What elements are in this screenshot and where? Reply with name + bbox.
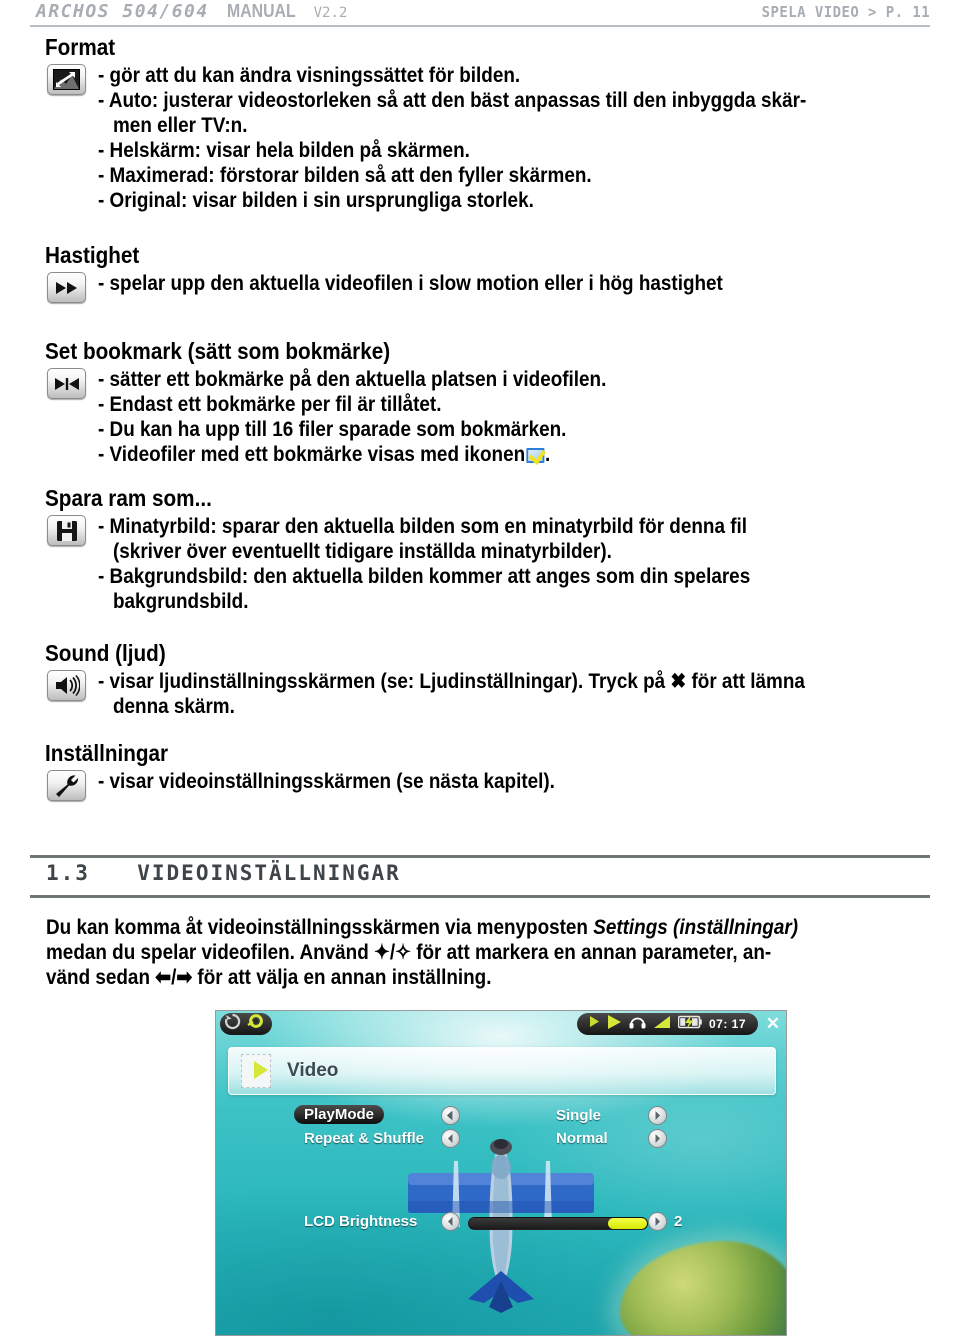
section-sound: Sound (ljud) - visar ljudinställningsskä…: [0, 640, 960, 719]
chapter-rule-top: [30, 855, 930, 858]
section-title: Format: [45, 34, 116, 60]
spara-line-3: - Bakgrundsbild: den aktuella bilden kom…: [98, 565, 751, 588]
manual-label: MANUAL: [227, 1, 296, 21]
brand-label: ARCHOS 504/604: [36, 1, 209, 22]
intro-line-1a: Du kan komma åt videoinställningsskärmen…: [46, 916, 594, 939]
intro-line-2: medan du spelar videofilen. Använd ✦/✧ f…: [46, 941, 772, 964]
setting-row-playmode[interactable]: PlayMode Single: [216, 1105, 786, 1130]
left-arrow-icon[interactable]: [441, 1106, 460, 1125]
chapter-title: VIDEOINSTÄLLNINGAR: [137, 861, 401, 885]
spara-line-1: - Minatyrbild: sparar den aktuella bilde…: [98, 515, 748, 538]
section-title: Hastighet: [45, 242, 140, 268]
save-floppy-icon: [47, 515, 86, 546]
section-title: Sound (ljud): [45, 640, 166, 666]
right-arrow-icon[interactable]: [648, 1129, 667, 1148]
play-small-icon: [589, 1015, 600, 1033]
setting-label: PlayMode: [294, 1105, 385, 1124]
fast-forward-icon: [47, 272, 86, 303]
close-icon[interactable]: ✕: [766, 1015, 780, 1032]
section-installningar: Inställningar - visar videoinställningss…: [0, 740, 960, 801]
format-line-4: - Helskärm: visar hela bilden på skärmen…: [98, 139, 470, 162]
video-thumbnail-icon: [241, 1054, 271, 1088]
device-status-bar: 07: 17 ✕: [216, 1011, 786, 1037]
setting-value: Single: [556, 1107, 602, 1124]
gear-icon[interactable]: [247, 1013, 264, 1035]
set-bookmark-icon: [47, 368, 86, 399]
right-arrow-icon[interactable]: [648, 1212, 667, 1231]
chapter-rule-bottom: [30, 895, 930, 898]
header-divider: [30, 25, 930, 27]
chapter-number: 1.3: [46, 861, 90, 885]
headphones-icon: [629, 1014, 646, 1034]
section-set-bookmark: Set bookmark (sätt som bokmärke) - sätte…: [0, 338, 960, 467]
format-image-icon: [47, 64, 86, 95]
section-hastighet: Hastighet - spelar upp den aktuella vide…: [0, 242, 960, 303]
sound-line-1: - visar ljudinställningsskärmen (se: Lju…: [98, 670, 805, 693]
section-spara-ram-som: Spara ram som... - Minatyrbild: sparar d…: [0, 485, 960, 614]
brightness-value: 2: [674, 1213, 683, 1230]
spara-line-2: (skriver över eventuellt tidigare instäl…: [113, 540, 612, 563]
battery-charging-icon: [677, 1014, 702, 1034]
device-settings-list: PlayMode Single Repeat & Shuffle Normal: [216, 1105, 786, 1153]
setting-label: Repeat & Shuffle: [304, 1130, 425, 1147]
intro-line-1b: Settings (inställningar): [593, 916, 798, 939]
device-title-bar[interactable]: Video: [228, 1047, 776, 1095]
section-format: Format - gör att du kan ändra visningssä…: [0, 34, 960, 213]
speaker-icon: [47, 670, 86, 701]
section-title: Set bookmark (sätt som bokmärke): [45, 338, 391, 364]
sound-line-2: denna skärm.: [113, 695, 235, 718]
bookmark-line-4-row: - Videofiler med ett bokmärke visas med …: [98, 442, 874, 467]
play-icon: [607, 1014, 622, 1035]
installningar-line-1: - visar videoinställningsskärmen (se näs…: [98, 770, 555, 793]
left-arrow-icon[interactable]: [441, 1212, 460, 1231]
section-title: Spara ram som...: [45, 485, 212, 511]
brightness-slider-fill: [607, 1218, 647, 1229]
status-left-pill: [220, 1013, 272, 1035]
status-right-pill: 07: 17: [576, 1013, 758, 1035]
hastighet-line-1: - spelar upp den aktuella videofilen i s…: [98, 272, 723, 295]
bookmark-line-2: - Endast ett bokmärke per fil är tillåte…: [98, 393, 442, 416]
device-clock: 07: 17: [708, 1017, 746, 1031]
bookmark-line-1: - sätter ett bokmärke på den aktuella pl…: [98, 368, 607, 391]
format-line-6: - Original: visar bilden i sin ursprungl…: [98, 189, 534, 212]
format-line-2: - Auto: justerar videostorleken så att d…: [98, 89, 807, 112]
brightness-slider[interactable]: [468, 1217, 648, 1230]
format-line-3: men eller TV:n.: [113, 114, 248, 137]
left-arrow-icon[interactable]: [441, 1129, 460, 1148]
right-arrow-icon[interactable]: [648, 1106, 667, 1125]
section-title: Inställningar: [45, 740, 169, 766]
device-screenshot: 07: 17 ✕ Video PlayMode Single Repeat & …: [215, 1010, 787, 1336]
device-title-label: Video: [287, 1060, 339, 1081]
version-label: V2.2: [313, 5, 348, 21]
header-left: ARCHOS 504/604 MANUAL V2.2: [36, 1, 347, 22]
refresh-icon[interactable]: [224, 1013, 241, 1035]
header-breadcrumb: SPELA VIDEO > P. 11: [761, 3, 930, 21]
volume-icon: [653, 1015, 671, 1034]
bookmark-line-4-trailing: .: [544, 443, 551, 466]
bookmark-line-4: - Videofiler med ett bokmärke visas med …: [98, 443, 526, 466]
wrench-icon: [47, 770, 86, 801]
bookmark-badge-icon: [526, 448, 545, 463]
chapter-heading: 1.3 VIDEOINSTÄLLNINGAR: [46, 861, 401, 885]
setting-value: Normal: [556, 1130, 608, 1147]
format-line-5: - Maximerad: förstorar bilden så att den…: [98, 164, 592, 187]
chapter-intro: Du kan komma åt videoinställningsskärmen…: [46, 915, 882, 990]
bookmark-line-3: - Du kan ha upp till 16 filer sparade so…: [98, 418, 567, 441]
format-line-1: - gör att du kan ändra visningssättet fö…: [98, 64, 521, 87]
spara-line-4: bakgrundsbild.: [113, 590, 249, 613]
intro-line-1: Du kan komma åt videoinställningsskärmen…: [46, 915, 798, 940]
setting-row-lcd-brightness[interactable]: LCD Brightness 2: [216, 1211, 786, 1235]
setting-row-repeat-shuffle[interactable]: Repeat & Shuffle Normal: [216, 1129, 786, 1153]
intro-line-3: vänd sedan ⬅/➡ för att välja en annan in…: [46, 966, 492, 989]
brightness-label: LCD Brightness: [304, 1213, 418, 1230]
